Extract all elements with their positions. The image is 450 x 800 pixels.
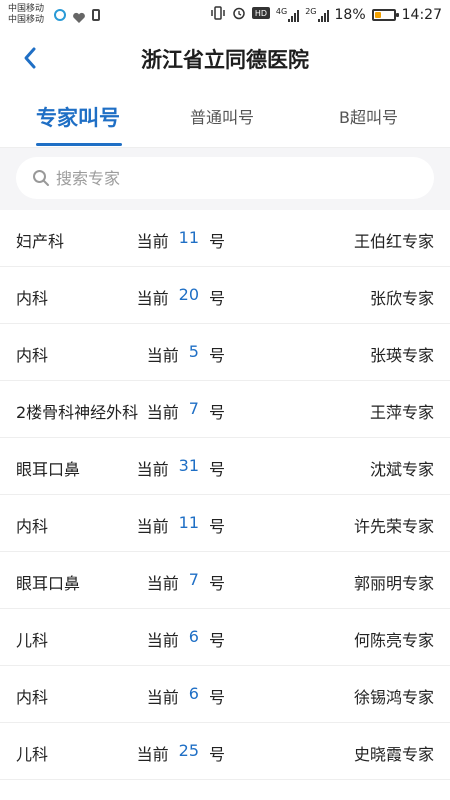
- search-area: [0, 148, 450, 210]
- page-title: 浙江省立同德医院: [141, 48, 309, 72]
- list-item[interactable]: 内科 当前 6 号 徐锡鸿专家: [0, 666, 450, 723]
- number-suffix: 号: [208, 745, 226, 764]
- department-label: 儿科: [16, 631, 49, 650]
- battery-icon: [371, 9, 399, 21]
- department-label: 2楼骨科神经外科: [16, 403, 139, 422]
- number-suffix: 号: [208, 403, 225, 422]
- list-item[interactable]: 内科 当前 5 号 张瑛专家: [0, 324, 450, 381]
- doctor-label: 王伯红专家: [353, 232, 434, 251]
- queue-number: 7: [188, 570, 199, 589]
- department-label: 眼耳口鼻: [16, 460, 81, 479]
- doctor-label: 张欣专家: [369, 289, 434, 308]
- current-prefix: 当前: [146, 688, 179, 707]
- department-label: 内科: [16, 688, 49, 707]
- app-header: 浙江省立同德医院: [0, 32, 450, 88]
- carrier-1: 中国移动: [8, 4, 45, 14]
- department-label: 内科: [16, 289, 49, 308]
- current-prefix: 当前: [146, 403, 179, 422]
- svg-text:HD: HD: [255, 9, 267, 18]
- tab-expert-call[interactable]: 专家叫号: [36, 102, 120, 132]
- doctor-label: 张瑛专家: [369, 346, 434, 365]
- status-bar: 中国移动 中国移动 HD 4G 2G 18% 14:27: [0, 0, 450, 32]
- number-suffix: 号: [208, 517, 226, 536]
- search-box[interactable]: [16, 157, 434, 199]
- number-suffix: 号: [208, 574, 225, 593]
- vibrate-icon: [210, 6, 226, 24]
- battery-saver-icon: [92, 9, 100, 21]
- doctor-label: 何陈亮专家: [353, 631, 434, 650]
- network-4g-label: 4G: [275, 7, 288, 16]
- list-item[interactable]: 内科 当前 11 号 许先荣专家: [0, 495, 450, 552]
- doctor-label: 沈斌专家: [369, 460, 434, 479]
- department-label: 内科: [16, 346, 49, 365]
- current-prefix: 当前: [136, 232, 169, 251]
- list-item[interactable]: 儿科 当前 25 号 史晓霞专家: [0, 723, 450, 780]
- number-suffix: 号: [208, 460, 226, 479]
- current-prefix: 当前: [146, 346, 179, 365]
- doctor-label: 史晓霞专家: [353, 745, 434, 764]
- department-label: 妇产科: [16, 232, 65, 251]
- current-prefix: 当前: [136, 745, 169, 764]
- expert-queue-list: 妇产科 当前 11 号 王伯红专家 内科 当前 20 号 张欣专家 内科 当前 …: [0, 210, 450, 780]
- queue-number: 20: [178, 285, 199, 304]
- queue-number: 7: [188, 399, 199, 418]
- current-prefix: 当前: [136, 517, 169, 536]
- current-prefix: 当前: [136, 289, 169, 308]
- current-prefix: 当前: [146, 574, 179, 593]
- doctor-label: 徐锡鸿专家: [353, 688, 434, 707]
- active-tab-indicator: [36, 143, 122, 146]
- list-item[interactable]: 2楼骨科神经外科 当前 7 号 王萍专家: [0, 381, 450, 438]
- doctor-label: 许先荣专家: [353, 517, 434, 536]
- search-input[interactable]: [56, 168, 396, 188]
- queue-number: 11: [178, 228, 199, 247]
- queue-number: 25: [178, 741, 199, 760]
- doctor-label: 郭丽明专家: [353, 574, 434, 593]
- app-notification-icon: [54, 9, 66, 21]
- queue-number: 5: [188, 342, 199, 361]
- department-label: 眼耳口鼻: [16, 574, 81, 593]
- number-suffix: 号: [208, 289, 226, 308]
- status-right: HD 4G 2G 18% 14:27: [210, 6, 442, 24]
- list-item[interactable]: 眼耳口鼻 当前 31 号 沈斌专家: [0, 438, 450, 495]
- heart-icon: [72, 9, 86, 23]
- tab-bar: 专家叫号 普通叫号 B超叫号: [0, 88, 450, 148]
- queue-number: 11: [178, 513, 199, 532]
- number-suffix: 号: [208, 232, 226, 251]
- queue-number: 31: [178, 456, 199, 475]
- signal-bars-icon: [288, 10, 300, 22]
- hd-icon: HD: [251, 7, 270, 23]
- network-2g-label: 2G: [305, 7, 317, 16]
- alarm-icon: [232, 6, 246, 24]
- carrier-2: 中国移动: [8, 15, 45, 25]
- queue-number: 6: [188, 684, 199, 703]
- number-suffix: 号: [208, 688, 225, 707]
- signal-2g: 2G: [305, 7, 329, 22]
- search-icon: [33, 170, 49, 186]
- list-item[interactable]: 妇产科 当前 11 号 王伯红专家: [0, 210, 450, 267]
- signal-bars-icon: [317, 10, 329, 22]
- current-prefix: 当前: [146, 631, 179, 650]
- signal-4g: 4G: [275, 7, 300, 22]
- number-suffix: 号: [208, 631, 225, 650]
- list-item[interactable]: 内科 当前 20 号 张欣专家: [0, 267, 450, 324]
- number-suffix: 号: [208, 346, 225, 365]
- department-label: 儿科: [16, 745, 49, 764]
- list-item[interactable]: 眼耳口鼻 当前 7 号 郭丽明专家: [0, 552, 450, 609]
- tab-ultrasound-call[interactable]: B超叫号: [339, 104, 398, 128]
- queue-number: 6: [188, 627, 199, 646]
- tab-general-call[interactable]: 普通叫号: [190, 104, 254, 128]
- doctor-label: 王萍专家: [369, 403, 434, 422]
- department-label: 内科: [16, 517, 49, 536]
- current-prefix: 当前: [136, 460, 169, 479]
- carrier-labels: 中国移动 中国移动: [8, 4, 44, 26]
- battery-percent: 18%: [334, 7, 366, 23]
- clock: 14:27: [401, 7, 442, 23]
- list-item[interactable]: 儿科 当前 6 号 何陈亮专家: [0, 609, 450, 666]
- notification-icons: [54, 9, 100, 23]
